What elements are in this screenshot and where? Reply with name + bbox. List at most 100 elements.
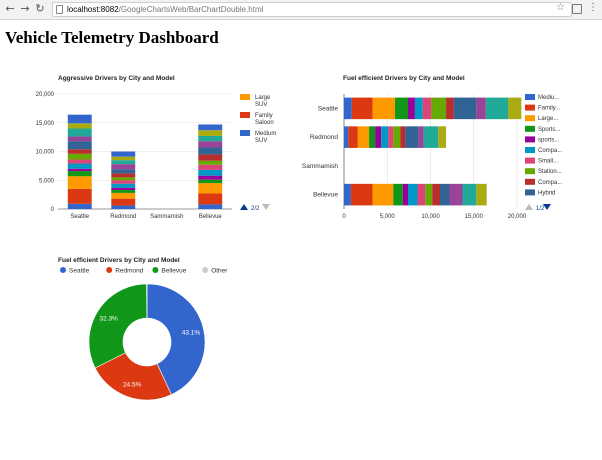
bar-segment[interactable]	[375, 126, 382, 148]
bar-segment[interactable]	[372, 97, 396, 120]
bar-segment[interactable]	[344, 183, 351, 206]
bar-segment[interactable]	[111, 205, 136, 209]
bar-segment[interactable]	[344, 97, 352, 120]
reload-icon[interactable]: ↻	[33, 2, 47, 16]
forward-arrow-icon[interactable]: →	[18, 2, 32, 16]
bar-segment[interactable]	[357, 126, 370, 148]
bar-segment[interactable]	[67, 176, 92, 189]
bar-segment[interactable]	[369, 126, 376, 148]
bar-segment[interactable]	[198, 124, 223, 131]
slice-label: 32.3%	[99, 315, 118, 322]
bar-segment[interactable]	[67, 136, 92, 142]
bar-segment[interactable]	[372, 183, 394, 206]
bar-segment[interactable]	[388, 126, 394, 148]
bookmark-star-icon[interactable]: ☆	[556, 2, 565, 13]
bar-segment[interactable]	[198, 164, 223, 170]
pager-up-icon[interactable]	[525, 204, 533, 210]
bar-segment[interactable]	[198, 160, 223, 165]
bar-segment[interactable]	[67, 123, 92, 129]
bar-segment[interactable]	[425, 183, 433, 206]
bar-segment[interactable]	[198, 204, 223, 209]
bar-segment[interactable]	[67, 141, 92, 150]
bar-segment[interactable]	[111, 187, 136, 191]
bar-segment[interactable]	[111, 190, 136, 193]
bar-segment[interactable]	[422, 97, 432, 120]
bar-segment[interactable]	[440, 183, 450, 206]
bar-segment[interactable]	[438, 126, 447, 148]
bar-segment[interactable]	[508, 97, 522, 120]
slice-label: 43.1%	[182, 329, 201, 336]
extension-icon[interactable]	[572, 4, 582, 14]
bar-segment[interactable]	[67, 159, 92, 164]
pie-slice[interactable]	[88, 283, 148, 369]
bar-segment[interactable]	[198, 135, 223, 142]
bar-segment[interactable]	[198, 169, 223, 176]
bar-segment[interactable]	[476, 97, 486, 120]
bar-segment[interactable]	[414, 97, 423, 120]
bar-segment[interactable]	[351, 97, 373, 120]
url-path: /GoogleChartsWeb/BarChartDouble.html	[118, 5, 264, 14]
bar-segment[interactable]	[198, 175, 223, 180]
bar-segment[interactable]	[449, 183, 463, 206]
bar-segment[interactable]	[348, 126, 358, 148]
bar-segment[interactable]	[67, 168, 92, 172]
bar-segment[interactable]	[418, 126, 424, 148]
bar-segment[interactable]	[381, 126, 389, 148]
bar-segment[interactable]	[393, 183, 403, 206]
pager-up-icon[interactable]	[240, 204, 248, 210]
bar-segment[interactable]	[198, 141, 223, 148]
bar-segment[interactable]	[111, 198, 136, 206]
bar-segment[interactable]	[111, 151, 136, 157]
bar-segment[interactable]	[408, 97, 415, 120]
address-bar[interactable]: localhost:8082/GoogleChartsWeb/BarChartD…	[52, 2, 572, 17]
bar-segment[interactable]	[432, 183, 441, 206]
page-icon	[56, 5, 63, 14]
bar-segment[interactable]	[111, 192, 136, 199]
bar-segment[interactable]	[67, 203, 92, 209]
y-tick-label: 10,000	[36, 150, 55, 156]
bar-segment[interactable]	[395, 97, 409, 120]
bar-segment[interactable]	[344, 126, 349, 148]
bar-segment[interactable]	[111, 164, 136, 170]
bar-segment[interactable]	[408, 183, 418, 206]
bar-segment[interactable]	[111, 173, 136, 178]
bar-segment[interactable]	[198, 147, 223, 155]
pager-down-icon[interactable]	[262, 204, 270, 210]
bar-segment[interactable]	[198, 179, 223, 184]
bar-segment[interactable]	[111, 156, 136, 161]
legend-label: Family	[255, 113, 273, 119]
bar-segment[interactable]	[111, 183, 136, 188]
bar-segment[interactable]	[446, 97, 454, 120]
bar-segment[interactable]	[111, 180, 136, 184]
bar-segment[interactable]	[462, 183, 477, 206]
back-arrow-icon[interactable]: ←	[3, 2, 17, 16]
bar-segment[interactable]	[198, 130, 223, 136]
bar-segment[interactable]	[476, 183, 487, 206]
bar-segment[interactable]	[67, 171, 92, 177]
bar-segment[interactable]	[67, 114, 92, 124]
menu-icon[interactable]: ⋮	[588, 2, 598, 13]
bar-segment[interactable]	[67, 128, 92, 137]
bar-segment[interactable]	[67, 163, 92, 169]
bar-segment[interactable]	[198, 183, 223, 194]
x-tick-label: 10,000	[421, 214, 440, 220]
bar-segment[interactable]	[405, 126, 419, 148]
bar-segment[interactable]	[111, 160, 136, 165]
bar-segment[interactable]	[111, 169, 136, 174]
bar-segment[interactable]	[400, 126, 406, 148]
bar-segment[interactable]	[417, 183, 426, 206]
bar-segment[interactable]	[111, 177, 136, 181]
bar-segment[interactable]	[485, 97, 509, 120]
bar-segment[interactable]	[67, 188, 92, 204]
bar-segment[interactable]	[198, 193, 223, 205]
bar-segment[interactable]	[393, 126, 401, 148]
legend-dot	[152, 267, 159, 273]
bar-segment[interactable]	[431, 97, 447, 120]
bar-segment[interactable]	[198, 154, 223, 161]
bar-segment[interactable]	[453, 97, 477, 120]
bar-segment[interactable]	[423, 126, 439, 148]
bar-segment[interactable]	[67, 149, 92, 154]
bar-segment[interactable]	[67, 153, 92, 160]
bar-segment[interactable]	[350, 183, 373, 206]
bar-segment[interactable]	[402, 183, 409, 206]
